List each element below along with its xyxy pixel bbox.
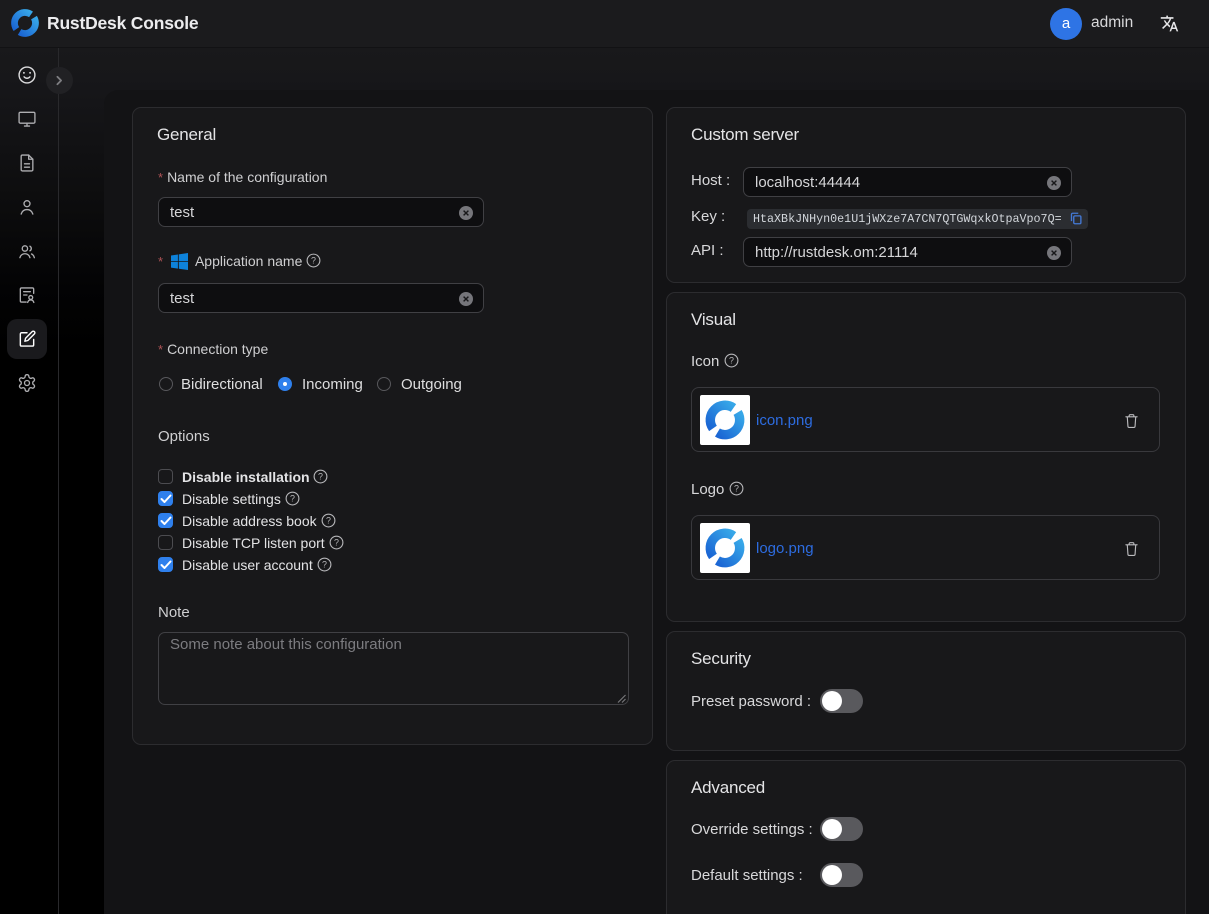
svg-text:?: ?: [290, 494, 295, 504]
svg-text:?: ?: [311, 256, 316, 266]
svg-text:?: ?: [319, 472, 324, 482]
svg-text:?: ?: [734, 484, 739, 494]
svg-text:?: ?: [729, 356, 734, 366]
svg-text:?: ?: [334, 538, 339, 548]
svg-text:?: ?: [322, 560, 327, 570]
svg-text:?: ?: [326, 516, 331, 526]
